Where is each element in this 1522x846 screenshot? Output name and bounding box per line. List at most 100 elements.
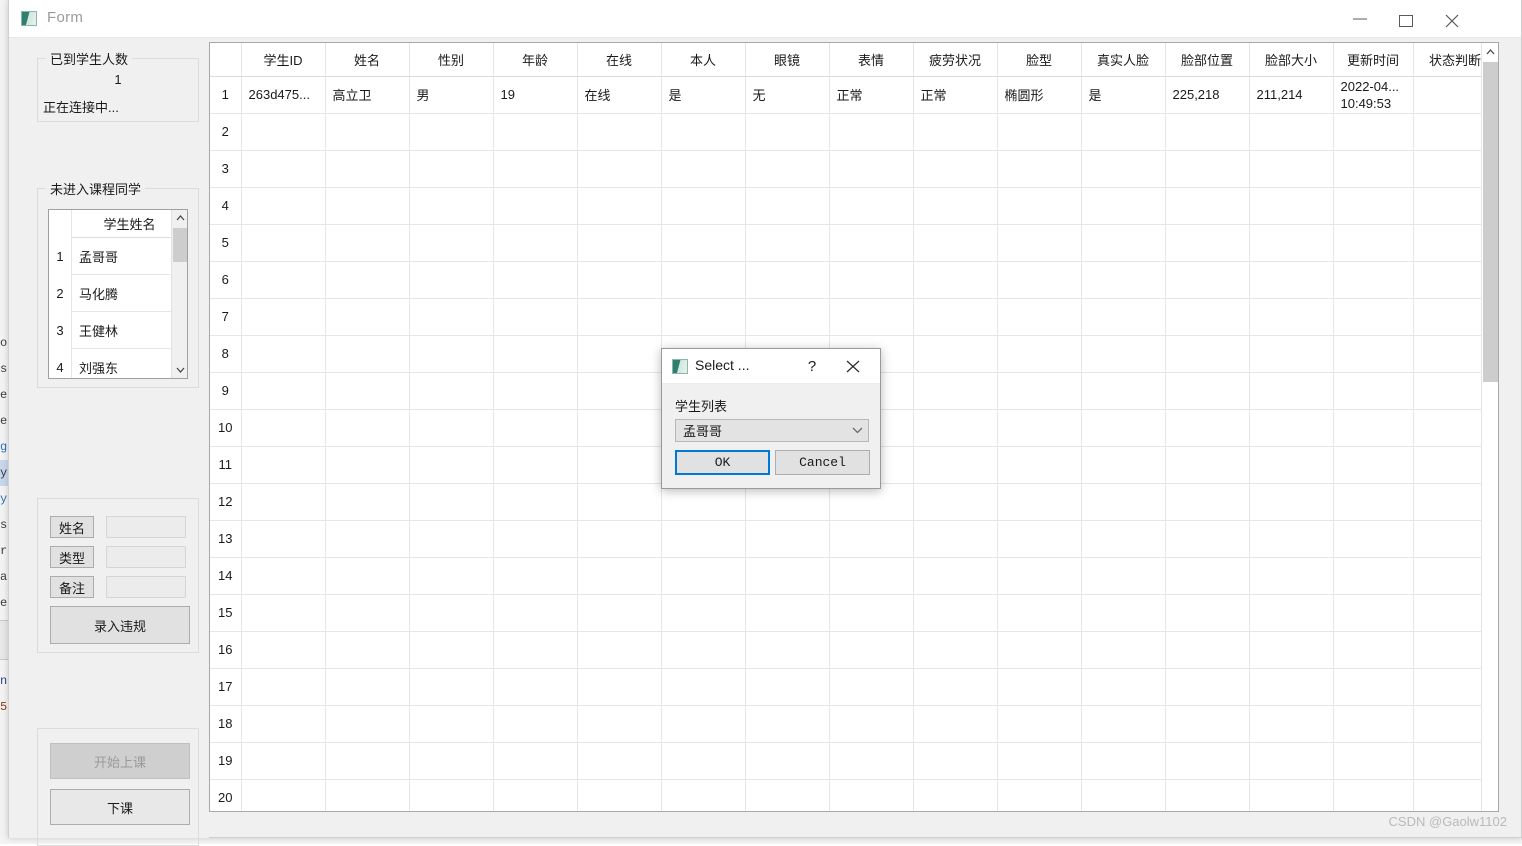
table-row[interactable]: 4 [210,187,1498,225]
table-cell[interactable] [409,298,494,336]
table-cell[interactable] [829,520,914,558]
table-cell[interactable] [1333,557,1414,595]
table-cell[interactable] [913,520,998,558]
table-cell[interactable] [829,631,914,669]
table-cell[interactable] [745,113,830,151]
table-cell[interactable] [493,335,578,373]
table-cell[interactable] [1333,187,1414,225]
row-header[interactable]: 10 [210,409,242,447]
table-cell[interactable] [241,742,326,780]
table-cell[interactable] [1165,261,1250,299]
table-cell[interactable] [493,631,578,669]
table-cell[interactable] [661,150,746,188]
table-cell[interactable] [325,668,410,706]
row-header[interactable]: 14 [210,557,242,595]
table-cell[interactable] [325,779,410,811]
table-row[interactable]: 19 [210,742,1498,780]
row-header[interactable]: 2 [210,113,242,151]
table-cell[interactable] [829,150,914,188]
table-cell[interactable] [745,187,830,225]
table-cell[interactable] [1165,224,1250,262]
table-row[interactable]: 18 [210,705,1498,743]
table-cell[interactable] [997,150,1082,188]
table-cell[interactable] [1249,113,1334,151]
table-cell[interactable] [1249,150,1334,188]
table-row[interactable]: 20 [210,779,1498,811]
table-cell[interactable] [325,446,410,484]
row-header[interactable]: 15 [210,594,242,632]
maximize-button[interactable] [1383,0,1429,38]
table-cell[interactable] [1249,594,1334,632]
table-cell[interactable] [829,261,914,299]
table-cell[interactable] [1249,557,1334,595]
row-header[interactable]: 13 [210,520,242,558]
table-cell[interactable] [913,446,998,484]
table-cell[interactable] [913,335,998,373]
table-cell[interactable] [745,261,830,299]
row-header[interactable]: 1 [210,76,242,114]
table-cell[interactable] [745,520,830,558]
table-cell[interactable] [1165,779,1250,811]
table-cell[interactable] [829,705,914,743]
table-cell[interactable] [577,631,662,669]
table-cell[interactable] [409,520,494,558]
table-row[interactable]: 1 263d475... 高立卫男 19 在线是无正常 正常 椭圆形是 225,218 211,… [210,76,1498,114]
table-cell[interactable] [997,298,1082,336]
table-cell[interactable] [1249,742,1334,780]
row-header[interactable]: 7 [210,298,242,336]
table-cell[interactable] [829,187,914,225]
table-cell[interactable] [577,261,662,299]
table-cell[interactable] [325,113,410,151]
table-cell[interactable] [577,150,662,188]
table-cell[interactable] [1333,705,1414,743]
table-cell[interactable] [913,224,998,262]
table-cell[interactable] [1333,335,1414,373]
column-header[interactable]: 姓名 [325,43,410,77]
table-cell[interactable] [577,668,662,706]
grid-scroll-up-icon[interactable] [1482,43,1498,60]
list-item[interactable]: 4 刘强东 [49,349,187,378]
table-cell[interactable] [577,483,662,521]
column-header[interactable]: 脸型 [997,43,1082,77]
dialog-cancel-button[interactable]: Cancel [775,450,870,475]
table-cell[interactable] [1165,483,1250,521]
table-row[interactable]: 16 [210,631,1498,669]
table-cell[interactable] [1081,409,1166,447]
table-cell[interactable] [913,113,998,151]
table-cell[interactable] [1333,150,1414,188]
table-cell[interactable] [325,742,410,780]
row-header[interactable]: 8 [210,335,242,373]
table-cell[interactable] [493,557,578,595]
table-row[interactable]: 7 [210,298,1498,336]
table-cell[interactable] [493,409,578,447]
table-cell[interactable]: 225,218 [1165,76,1250,114]
table-cell[interactable] [661,631,746,669]
table-cell[interactable] [661,187,746,225]
table-cell[interactable] [1081,668,1166,706]
table-cell[interactable] [1165,409,1250,447]
table-cell[interactable] [241,335,326,373]
table-cell[interactable]: 高立卫 [325,76,410,114]
table-cell[interactable] [241,557,326,595]
table-cell[interactable] [409,594,494,632]
table-row[interactable]: 5 [210,224,1498,262]
table-cell[interactable] [913,631,998,669]
table-cell[interactable] [1081,446,1166,484]
table-cell[interactable] [409,409,494,447]
table-row[interactable]: 15 [210,594,1498,632]
table-cell[interactable] [241,224,326,262]
table-cell[interactable] [409,372,494,410]
table-cell[interactable] [577,520,662,558]
table-cell[interactable] [1165,372,1250,410]
table-cell[interactable] [493,779,578,811]
grid-scrollbar-thumb[interactable] [1483,62,1498,382]
table-cell[interactable] [1081,557,1166,595]
table-cell[interactable] [1165,298,1250,336]
table-cell[interactable] [1249,705,1334,743]
table-cell[interactable] [1081,520,1166,558]
table-cell[interactable] [409,150,494,188]
table-cell[interactable]: 是 [1081,76,1166,114]
table-cell[interactable] [577,187,662,225]
table-cell[interactable] [409,113,494,151]
table-cell[interactable] [913,483,998,521]
